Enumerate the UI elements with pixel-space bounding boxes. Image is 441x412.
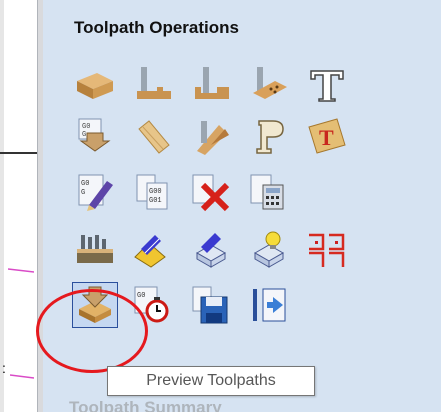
highlight-circle [36, 289, 148, 373]
svg-text:G: G [81, 189, 85, 197]
profile-toolpath-icon[interactable] [131, 63, 175, 107]
toolpath-merge-icon[interactable] [247, 283, 291, 327]
panel-title: Toolpath Operations [74, 18, 239, 37]
gcode-import-icon[interactable]: G0 G [73, 115, 117, 159]
left-workspace: : [0, 0, 37, 412]
tool-database-icon[interactable] [73, 227, 117, 271]
dot-mark: : [2, 360, 6, 376]
svg-text:G0: G0 [137, 292, 145, 300]
texture-toolpath-icon[interactable] [131, 115, 175, 159]
calculator-icon[interactable] [247, 171, 291, 215]
magenta-mark [8, 268, 34, 273]
edit-toolpath-icon[interactable] [131, 227, 175, 271]
gcode-compare-icon[interactable]: G00 G01 [131, 171, 175, 215]
gcode-edit-icon[interactable]: G0 G [73, 171, 117, 215]
delete-toolpath-icon[interactable] [189, 171, 233, 215]
vcarve-text-icon[interactable]: T [305, 115, 349, 159]
toolpath-summary-title: Toolpath Summary [69, 398, 222, 412]
left-edge [0, 0, 4, 412]
svg-text:G00: G00 [149, 188, 162, 196]
svg-text:G0: G0 [82, 123, 90, 131]
preview-toolpaths-tooltip: Preview Toolpaths [107, 366, 315, 396]
text-engraving-icon[interactable] [305, 63, 349, 107]
svg-text:G01: G01 [149, 197, 162, 205]
material-setup-icon[interactable] [73, 63, 117, 107]
svg-text:T: T [319, 125, 334, 150]
toolpath-lightbulb-icon[interactable] [247, 227, 291, 271]
tabs-icon[interactable] [305, 227, 349, 271]
svg-text:G: G [82, 131, 86, 139]
toolpath-operations-panel: Toolpath Operations G0 G T G0 G G00 G01 … [36, 0, 441, 412]
save-toolpath-icon[interactable] [189, 283, 233, 327]
fluting-toolpath-icon[interactable] [247, 115, 291, 159]
workspace-line [0, 152, 37, 154]
pocket-toolpath-icon[interactable] [189, 63, 233, 107]
magenta-mark-2 [10, 374, 34, 379]
toolpath-template-icon[interactable] [189, 227, 233, 271]
svg-text:G0: G0 [81, 180, 89, 188]
drilling-toolpath-icon[interactable] [247, 63, 291, 107]
prism-carve-icon[interactable] [189, 115, 233, 159]
